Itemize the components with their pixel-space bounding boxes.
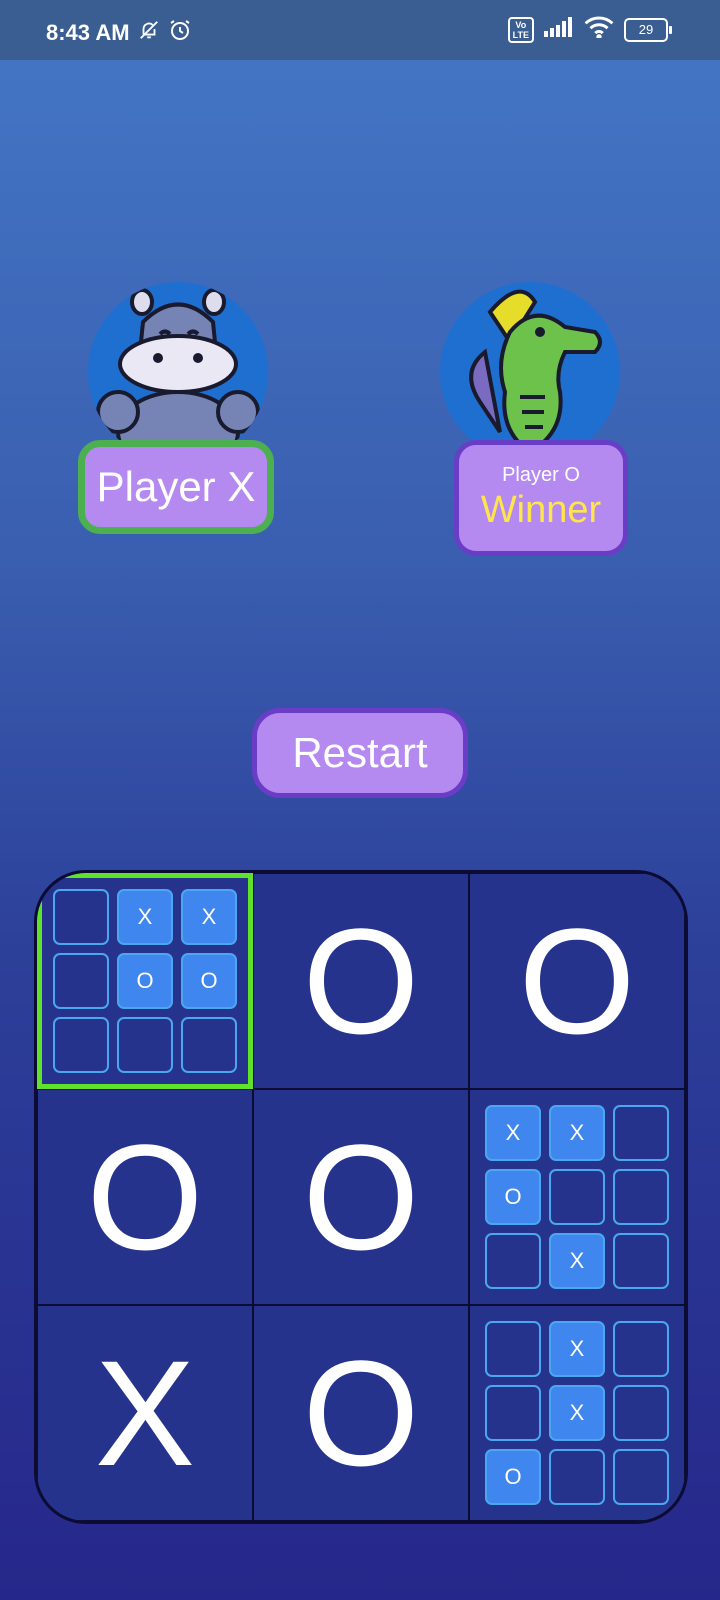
player-o-card: Player O Winner bbox=[454, 440, 628, 556]
seahorse-icon bbox=[469, 289, 602, 455]
small-cell[interactable] bbox=[181, 1017, 237, 1073]
small-cell[interactable] bbox=[613, 1385, 669, 1441]
player-x-label: Player X bbox=[96, 463, 256, 510]
player-o-label: Player O bbox=[502, 464, 580, 486]
small-cell: X bbox=[549, 1385, 605, 1441]
big-cell-active: XXOO bbox=[37, 873, 253, 1089]
small-cell[interactable] bbox=[117, 1017, 173, 1073]
status-right: Vo LTE 29 bbox=[507, 16, 672, 43]
small-cell: O bbox=[485, 1169, 541, 1225]
big-cell-won: O bbox=[253, 1305, 469, 1521]
big-cell-won: X bbox=[37, 1305, 253, 1521]
signal-icon bbox=[544, 17, 574, 42]
small-cell[interactable] bbox=[53, 1017, 109, 1073]
game-board: XXOOOOOOXXOXXOXXO bbox=[34, 870, 688, 1524]
small-cell: O bbox=[117, 953, 173, 1009]
small-cell[interactable] bbox=[485, 1385, 541, 1441]
status-time: 8:43 AM bbox=[46, 20, 130, 45]
player-o-avatar bbox=[440, 282, 620, 462]
small-cell[interactable] bbox=[549, 1449, 605, 1505]
player-x-avatar bbox=[88, 282, 268, 462]
big-cell-won: O bbox=[469, 873, 685, 1089]
big-cell-won: O bbox=[253, 873, 469, 1089]
status-left: 8:43 AM bbox=[46, 18, 192, 48]
small-cell[interactable] bbox=[549, 1169, 605, 1225]
player-x-card: Player X bbox=[78, 440, 274, 534]
small-cell: X bbox=[181, 889, 237, 945]
small-cell: X bbox=[549, 1105, 605, 1161]
small-cell: X bbox=[549, 1233, 605, 1289]
mini-board: XXOX bbox=[485, 1105, 669, 1289]
small-cell[interactable] bbox=[53, 953, 109, 1009]
volte-icon: Vo LTE bbox=[507, 16, 534, 43]
status-bar: 8:43 AM Vo LTE 29 bbox=[0, 0, 720, 60]
small-cell[interactable] bbox=[613, 1105, 669, 1161]
small-cell: O bbox=[181, 953, 237, 1009]
mini-board: XXOO bbox=[53, 889, 237, 1073]
small-cell[interactable] bbox=[613, 1169, 669, 1225]
small-cell: X bbox=[485, 1105, 541, 1161]
small-cell: O bbox=[485, 1449, 541, 1505]
wifi-icon bbox=[584, 16, 614, 43]
big-cell-won: O bbox=[253, 1089, 469, 1305]
mini-board: XXO bbox=[485, 1321, 669, 1505]
small-cell[interactable] bbox=[613, 1321, 669, 1377]
big-cell-won: O bbox=[37, 1089, 253, 1305]
big-cell: XXOX bbox=[469, 1089, 685, 1305]
small-cell: X bbox=[117, 889, 173, 945]
small-cell[interactable] bbox=[485, 1321, 541, 1377]
small-cell[interactable] bbox=[613, 1233, 669, 1289]
small-cell: X bbox=[549, 1321, 605, 1377]
big-cell: XXO bbox=[469, 1305, 685, 1521]
bell-muted-icon bbox=[138, 19, 160, 47]
small-cell[interactable] bbox=[613, 1449, 669, 1505]
battery-icon: 29 bbox=[624, 17, 672, 42]
restart-label: Restart bbox=[292, 729, 428, 776]
hippo-icon bbox=[96, 288, 260, 462]
alarm-icon bbox=[168, 18, 192, 48]
small-cell[interactable] bbox=[485, 1233, 541, 1289]
small-cell[interactable] bbox=[53, 889, 109, 945]
restart-button[interactable]: Restart bbox=[252, 708, 468, 798]
winner-label: Winner bbox=[480, 489, 602, 531]
